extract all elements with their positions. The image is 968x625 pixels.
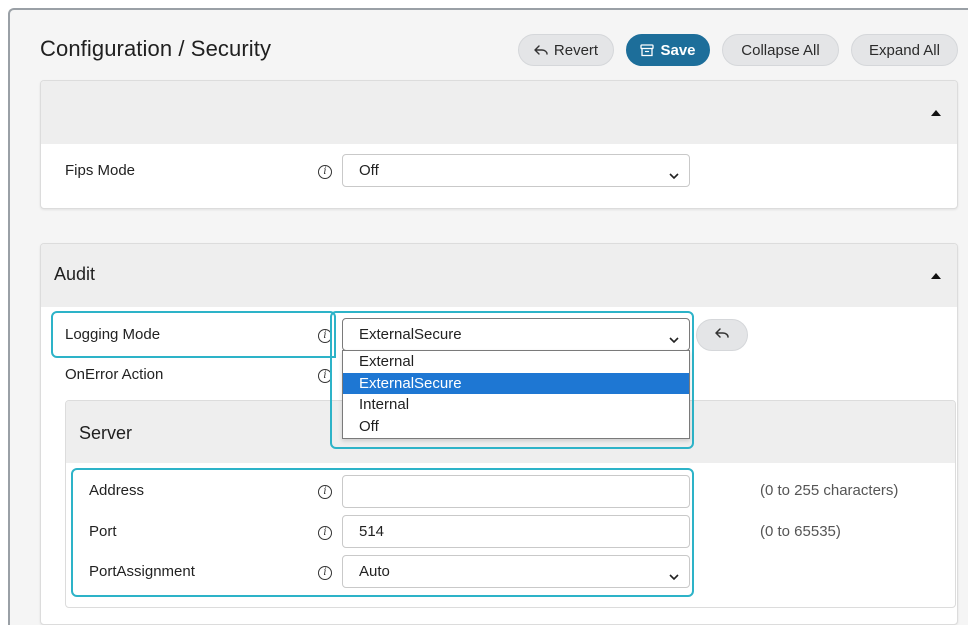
save-label: Save (660, 41, 696, 59)
onerror-action-label: OnError Action (65, 366, 164, 383)
port-assignment-select[interactable]: Auto (342, 555, 690, 588)
info-icon[interactable]: i (318, 165, 332, 179)
chevron-down-icon (669, 568, 679, 585)
save-button[interactable]: Save (626, 34, 710, 66)
port-label: Port (89, 523, 117, 540)
dropdown-option[interactable]: Internal (343, 394, 689, 416)
caret-up-icon[interactable] (931, 273, 941, 279)
expand-all-button[interactable]: Expand All (851, 34, 958, 66)
logging-mode-select[interactable]: ExternalSecure (342, 318, 690, 351)
undo-arrow-icon (714, 326, 730, 344)
logging-mode-label: Logging Mode (65, 326, 161, 343)
audit-section-title: Audit (54, 264, 96, 284)
info-icon[interactable]: i (318, 369, 332, 383)
port-input[interactable]: 514 (342, 515, 690, 548)
fips-mode-label: Fips Mode (65, 162, 136, 179)
caret-up-icon[interactable] (931, 110, 941, 116)
info-icon[interactable]: i (318, 485, 332, 499)
revert-label: Revert (553, 41, 599, 59)
archive-box-icon (640, 43, 655, 57)
logging-mode-dropdown-list[interactable]: External ExternalSecure Internal Off (342, 350, 690, 439)
chevron-down-icon (669, 167, 679, 184)
port-hint: (0 to 65535) (760, 523, 841, 540)
address-hint: (0 to 255 characters) (760, 482, 899, 499)
port-assignment-value: Auto (359, 563, 390, 580)
fips-mode-value: Off (359, 162, 379, 179)
collapse-all-label: Collapse All (741, 41, 820, 59)
address-input[interactable] (342, 475, 690, 508)
expand-all-label: Expand All (869, 41, 940, 59)
fips-section-header[interactable] (41, 81, 957, 144)
address-label: Address (89, 482, 145, 499)
page-title: Configuration / Security (40, 36, 272, 61)
collapse-all-button[interactable]: Collapse All (722, 34, 839, 66)
info-icon[interactable]: i (318, 329, 332, 343)
port-value: 514 (359, 523, 385, 540)
fips-mode-select[interactable]: Off (342, 154, 690, 187)
revert-field-button[interactable] (696, 319, 748, 351)
info-icon[interactable]: i (318, 566, 332, 580)
chevron-down-icon (669, 331, 679, 348)
logging-mode-value: ExternalSecure (359, 326, 462, 343)
dropdown-option[interactable]: Off (343, 416, 689, 438)
dropdown-option[interactable]: External (343, 351, 689, 373)
undo-arrow-icon (534, 44, 548, 56)
dropdown-option-selected[interactable]: ExternalSecure (343, 372, 689, 394)
server-section-title: Server (79, 423, 133, 443)
fips-section-card (40, 80, 958, 209)
revert-button[interactable]: Revert (518, 34, 614, 66)
audit-section-header[interactable]: Audit (41, 244, 957, 307)
info-icon[interactable]: i (318, 526, 332, 540)
port-assignment-label: PortAssignment (89, 563, 195, 580)
